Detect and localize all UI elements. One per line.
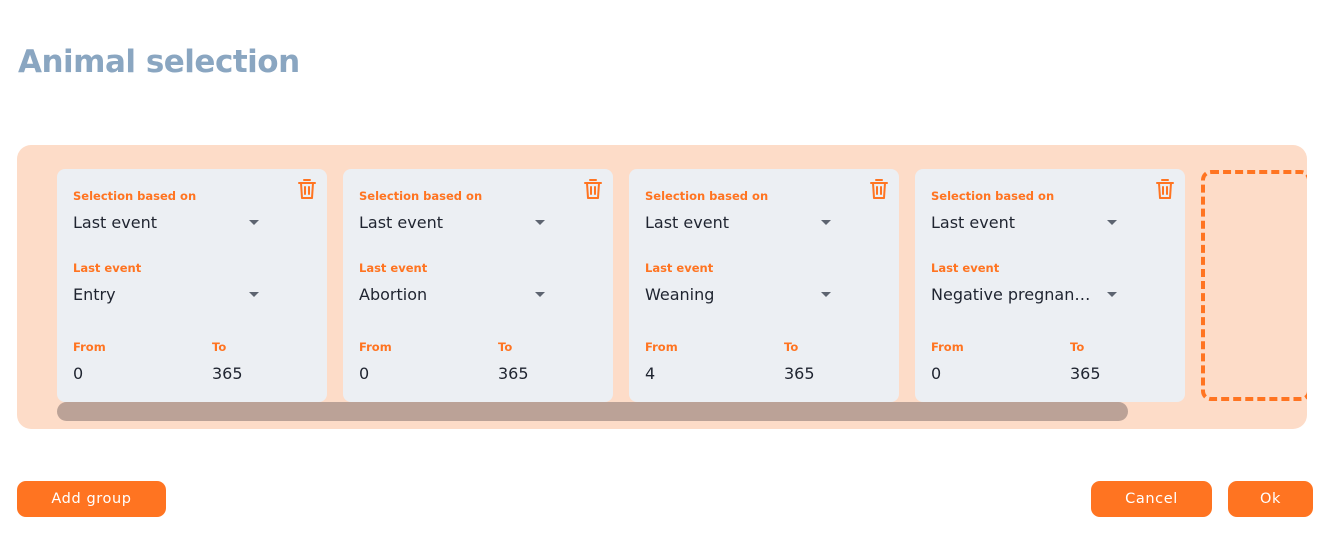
- group-card-4: Selection based on Last event Last event…: [915, 169, 1185, 402]
- to-input[interactable]: 365: [212, 364, 243, 383]
- last-event-select[interactable]: Entry: [73, 283, 263, 307]
- selection-based-on-label: Selection based on: [359, 189, 483, 203]
- selection-based-on-select[interactable]: Last event: [73, 211, 263, 235]
- to-label: To: [784, 340, 799, 354]
- ok-button[interactable]: Ok: [1228, 481, 1313, 517]
- selection-based-on-label: Selection based on: [73, 189, 197, 203]
- last-event-value: Abortion: [359, 285, 428, 304]
- chevron-down-icon: [1107, 292, 1117, 297]
- from-label: From: [645, 340, 678, 354]
- last-event-select[interactable]: Weaning: [645, 283, 835, 307]
- chevron-down-icon: [821, 292, 831, 297]
- chevron-down-icon: [1107, 220, 1117, 225]
- from-label: From: [359, 340, 392, 354]
- new-group-dropzone[interactable]: [1201, 170, 1307, 401]
- from-input[interactable]: 0: [73, 364, 83, 383]
- chevron-down-icon: [535, 292, 545, 297]
- add-group-button[interactable]: Add group: [17, 481, 166, 517]
- selection-based-on-label: Selection based on: [645, 189, 769, 203]
- to-input[interactable]: 365: [784, 364, 815, 383]
- from-label: From: [931, 340, 964, 354]
- from-input[interactable]: 0: [931, 364, 941, 383]
- from-input[interactable]: 0: [359, 364, 369, 383]
- chevron-down-icon: [535, 220, 545, 225]
- last-event-value: Weaning: [645, 285, 715, 304]
- last-event-label: Last event: [359, 261, 428, 275]
- selection-based-on-value: Last event: [73, 213, 157, 232]
- chevron-down-icon: [249, 292, 259, 297]
- to-input[interactable]: 365: [498, 364, 529, 383]
- last-event-select[interactable]: Abortion: [359, 283, 549, 307]
- last-event-label: Last event: [73, 261, 142, 275]
- delete-group-icon[interactable]: [583, 178, 603, 200]
- selection-based-on-label: Selection based on: [931, 189, 1055, 203]
- chevron-down-icon: [821, 220, 831, 225]
- to-input[interactable]: 365: [1070, 364, 1101, 383]
- page-title: Animal selection: [18, 44, 300, 80]
- groups-scroll-area[interactable]: Selection based on Last event Last event…: [57, 169, 1291, 402]
- selection-based-on-select[interactable]: Last event: [359, 211, 549, 235]
- to-label: To: [1070, 340, 1085, 354]
- selection-based-on-value: Last event: [931, 213, 1015, 232]
- selection-based-on-select[interactable]: Last event: [931, 211, 1121, 235]
- delete-group-icon[interactable]: [297, 178, 317, 200]
- last-event-select[interactable]: Negative pregnan…: [931, 283, 1121, 307]
- delete-group-icon[interactable]: [869, 178, 889, 200]
- last-event-value: Entry: [73, 285, 116, 304]
- to-label: To: [212, 340, 227, 354]
- last-event-label: Last event: [645, 261, 714, 275]
- horizontal-scrollbar[interactable]: [57, 402, 1128, 421]
- from-label: From: [73, 340, 106, 354]
- selection-based-on-select[interactable]: Last event: [645, 211, 835, 235]
- to-label: To: [498, 340, 513, 354]
- from-input[interactable]: 4: [645, 364, 655, 383]
- last-event-value: Negative pregnan…: [931, 285, 1091, 304]
- group-card-1: Selection based on Last event Last event…: [57, 169, 327, 402]
- group-card-3: Selection based on Last event Last event…: [629, 169, 899, 402]
- cancel-button[interactable]: Cancel: [1091, 481, 1212, 517]
- selection-based-on-value: Last event: [645, 213, 729, 232]
- chevron-down-icon: [249, 220, 259, 225]
- group-card-2: Selection based on Last event Last event…: [343, 169, 613, 402]
- delete-group-icon[interactable]: [1155, 178, 1175, 200]
- groups-panel: Selection based on Last event Last event…: [17, 145, 1307, 429]
- last-event-label: Last event: [931, 261, 1000, 275]
- selection-based-on-value: Last event: [359, 213, 443, 232]
